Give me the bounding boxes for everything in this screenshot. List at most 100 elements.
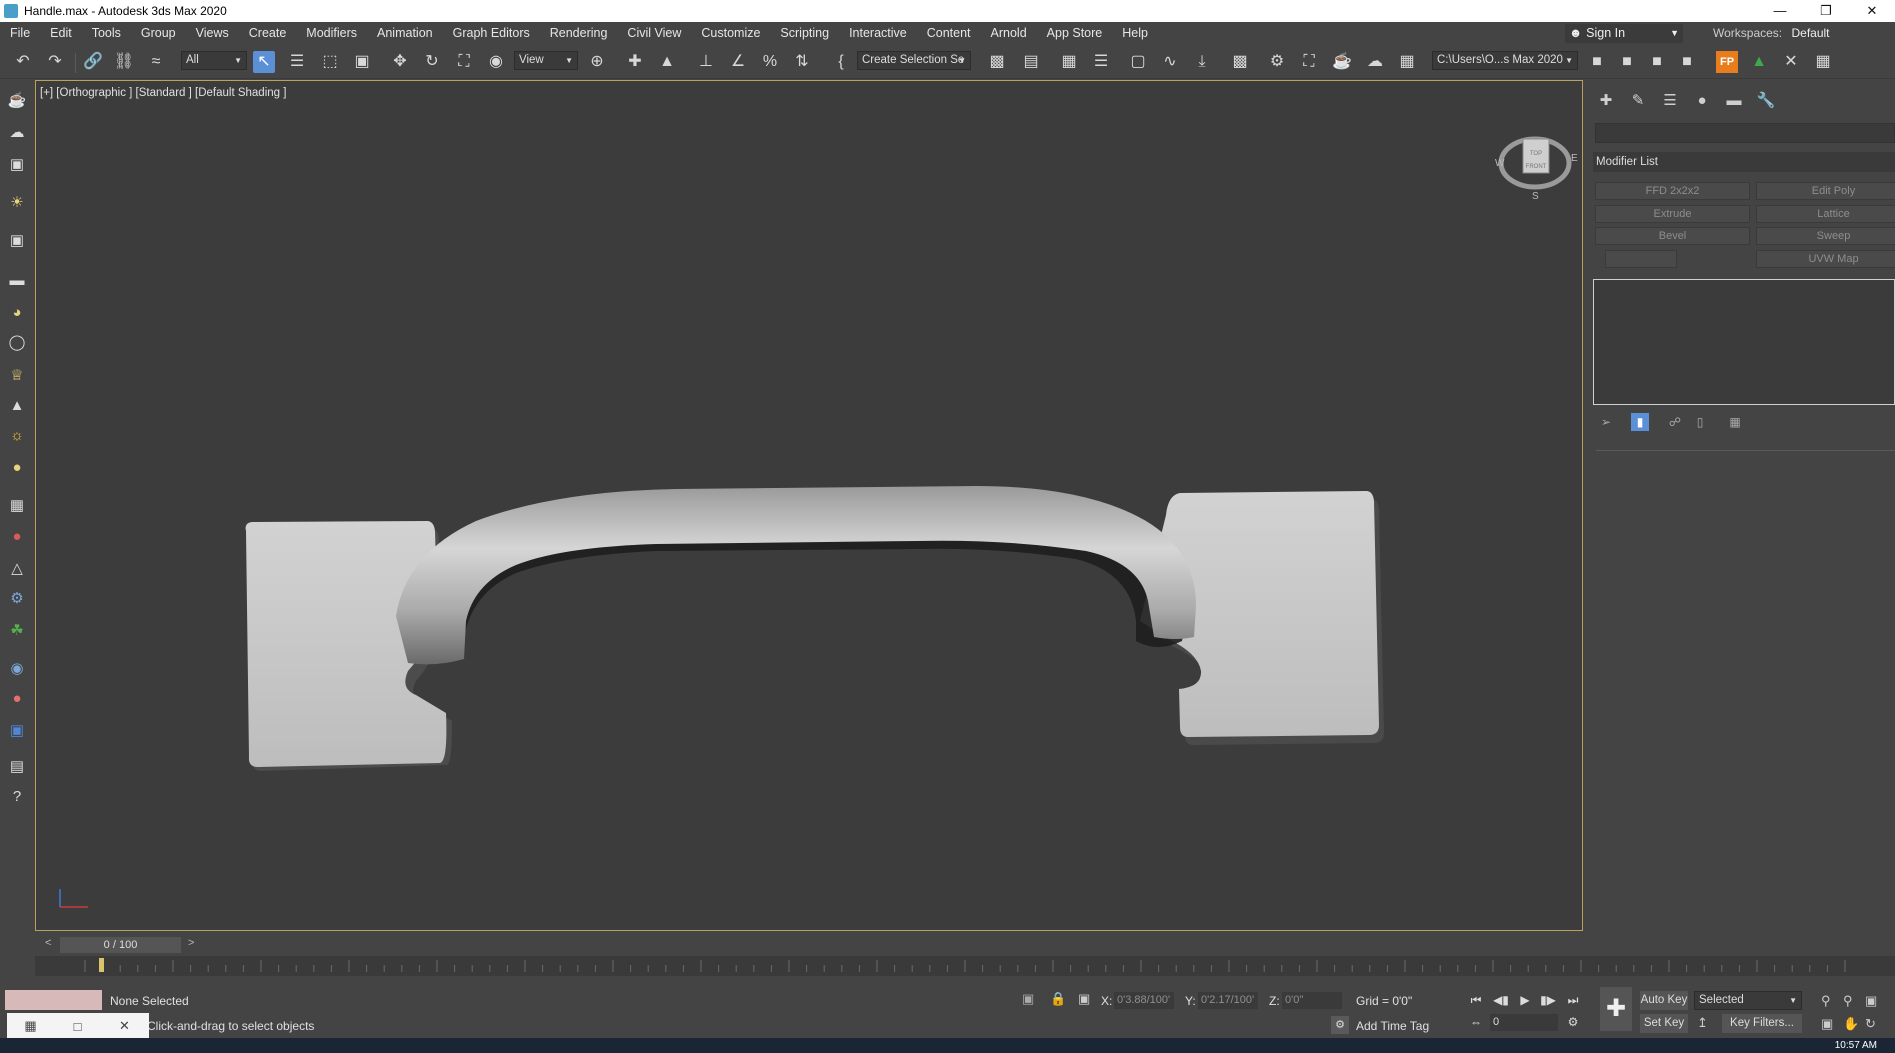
motion-tab-icon[interactable]: ● [1691,90,1713,112]
time-configuration-icon[interactable]: ⚙ [1563,1013,1583,1031]
modifier-lattice-button[interactable]: Lattice [1756,205,1895,223]
menu-group[interactable]: Group [131,22,186,45]
mirror-icon[interactable]: ▩ [986,51,1008,73]
time-slider[interactable]: 0 / 100 [60,937,181,953]
prev-frame-button[interactable]: < [45,937,51,949]
restore-window-icon[interactable]: □ [54,1019,101,1034]
sun-icon[interactable]: ☼ [6,425,28,447]
reference-coordinate-dropdown[interactable]: View ▼ [514,51,578,70]
menu-help[interactable]: Help [1112,22,1158,45]
close-window-icon[interactable]: ✕ [101,1018,148,1034]
redo-icon[interactable]: ↷ [44,51,66,73]
forest-pack-icon[interactable]: FP [1716,51,1738,73]
sky-icon[interactable]: ● [6,457,28,479]
light-icon[interactable]: ☀ [6,192,28,214]
remove-modifier-icon[interactable]: ▯ [1691,413,1709,431]
rotate-icon[interactable]: ↻ [421,51,443,73]
select-and-manipulate-icon[interactable]: ✚ [624,51,646,73]
railclone-icon[interactable]: ▲ [1748,51,1770,73]
placement-icon[interactable]: ◉ [485,51,507,73]
menu-graph-editors[interactable]: Graph Editors [443,22,540,45]
grass-icon[interactable]: ☘ [6,620,28,642]
menu-content[interactable]: Content [917,22,981,45]
utilities-tab-icon[interactable]: 🔧 [1755,90,1777,112]
modifier-stack[interactable] [1593,279,1895,405]
create-tab-icon[interactable]: ✚ [1595,90,1617,112]
menu-scripting[interactable]: Scripting [770,22,839,45]
grid-icon[interactable]: ▦ [6,495,28,517]
dome-light-icon[interactable]: ◕ [6,302,28,324]
particles-icon[interactable]: ● [6,526,28,548]
curve-editor-icon[interactable]: ∿ [1159,51,1181,73]
menu-file[interactable]: File [0,22,40,45]
rectangular-selection-icon[interactable]: ⬚ [319,51,341,73]
select-object-icon[interactable]: ↖ [253,51,275,73]
orbit-icon[interactable]: ↻ [1865,1016,1876,1032]
save-file-icon[interactable]: ■ [1676,51,1698,73]
key-mode-dropdown[interactable]: Selected ▼ [1694,991,1802,1010]
clipboard-icon[interactable]: ▤ [6,756,28,778]
sphere-icon[interactable]: ◯ [6,332,28,354]
globe-icon[interactable]: ◉ [6,658,28,680]
zoom-extents-icon[interactable]: ▣ [1865,993,1877,1009]
make-unique-icon[interactable]: ☍ [1666,413,1684,431]
menu-create[interactable]: Create [239,22,297,45]
viewport-orthographic[interactable]: [+] [Orthographic ] [Standard ] [Default… [35,80,1583,931]
render-in-cloud-icon[interactable]: ☁ [1364,51,1386,73]
object-name-field[interactable] [1595,123,1895,143]
x-coordinate-field[interactable]: 0'3.88/100' [1114,992,1174,1009]
thumbnail-app-icon[interactable]: ▦ [7,1018,54,1034]
fracture-icon[interactable]: △ [6,558,28,580]
create-preview-icon[interactable]: ■ [1586,51,1608,73]
a360-gallery-icon[interactable]: ▦ [1396,51,1418,73]
play-icon[interactable]: ▶ [1515,991,1535,1009]
angle-snap-icon[interactable]: ∠ [727,51,749,73]
menu-customize[interactable]: Customize [691,22,770,45]
cloud-icon[interactable]: ☁ [6,122,28,144]
help-icon[interactable]: ? [6,786,28,808]
named-selection-dropdown[interactable]: Create Selection Se ▼ [857,51,971,70]
render-production-icon[interactable]: ☕ [1331,51,1353,73]
menu-views[interactable]: Views [186,22,239,45]
toolbar-options-icon[interactable]: ▦ [1812,51,1834,73]
scale-icon[interactable]: ⛶ [453,51,475,73]
key-filters-button[interactable]: Key Filters... [1722,1014,1802,1033]
menu-edit[interactable]: Edit [40,22,82,45]
current-frame-field[interactable]: 0 [1490,1014,1558,1031]
track-bar[interactable] [35,956,1895,976]
select-by-name-icon[interactable]: ☰ [286,51,308,73]
window-crossing-icon[interactable]: ▣ [351,51,373,73]
open-file-icon[interactable]: ■ [1646,51,1668,73]
undo-icon[interactable]: ↶ [12,51,34,73]
field-of-view-icon[interactable]: ▣ [1821,1016,1833,1032]
modifier-edit-poly-button[interactable]: Edit Poly [1756,182,1895,200]
crown-icon[interactable]: ♕ [6,365,28,387]
ribbon-toggle-icon[interactable]: ▢ [1127,51,1149,73]
layer-explorer-icon[interactable]: ☰ [1090,51,1112,73]
key-mode-toggle-icon[interactable]: ⇔ [1466,1013,1486,1031]
workspaces-selector[interactable]: Workspaces: Default [1713,24,1830,43]
go-to-start-icon[interactable]: ⏮ [1466,991,1486,1009]
configure-modifier-sets-icon[interactable]: ▦ [1726,413,1744,431]
selection-lock-icon[interactable]: 🔒 [1050,991,1066,1007]
handle-model[interactable] [36,81,1583,931]
cone-light-icon[interactable]: ▲ [6,395,28,417]
restore-icon[interactable]: ❐ [1803,0,1849,22]
time-tag-icon[interactable]: ⚙ [1331,1016,1349,1034]
bind-space-warp-icon[interactable]: ≈ [145,51,167,73]
key-tangent-icon[interactable]: ↥ [1697,1015,1708,1031]
unlink-icon[interactable]: ⛓ [113,51,135,73]
selection-filter-dropdown[interactable]: All ▼ [181,51,247,70]
display-tab-icon[interactable]: ▬ [1723,90,1745,112]
tools-icon[interactable]: ✕ [1780,51,1802,73]
y-coordinate-field[interactable]: 0'2.17/100' [1198,992,1258,1009]
render-setup-icon[interactable]: ⚙ [1266,51,1288,73]
set-project-folder-icon[interactable]: ■ [1616,51,1638,73]
modifier-empty-button[interactable] [1605,250,1677,268]
align-icon[interactable]: ▤ [1020,51,1042,73]
plane-icon[interactable]: ▬ [6,270,28,292]
menu-arnold[interactable]: Arnold [981,22,1037,45]
link-icon[interactable]: 🔗 [82,51,104,73]
next-frame-icon[interactable]: ▮▶ [1538,991,1558,1009]
close-icon[interactable]: ✕ [1849,0,1895,22]
